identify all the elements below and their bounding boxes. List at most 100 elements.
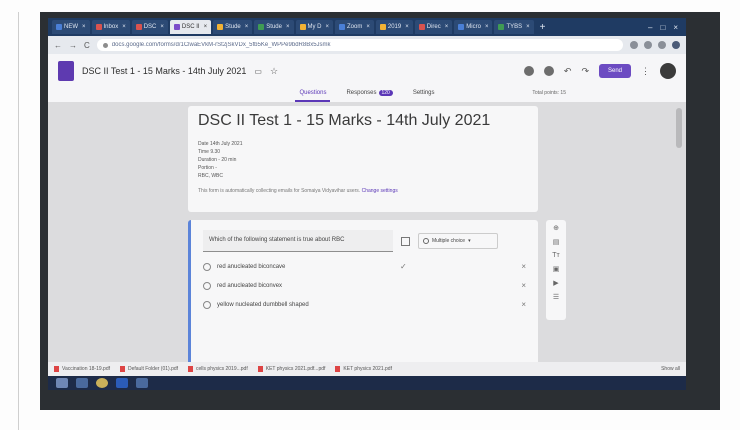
browser-tab[interactable]: Stude × bbox=[213, 20, 253, 34]
download-item[interactable]: Vaccination 18-19.pdf bbox=[54, 366, 110, 372]
browser-tab[interactable]: My D × bbox=[295, 20, 334, 34]
tab-questions[interactable]: Questions bbox=[295, 88, 331, 102]
question-row: Which of the following statement is true… bbox=[203, 230, 526, 252]
send-button[interactable]: Send bbox=[599, 64, 631, 78]
browser-tab[interactable]: Zoom × bbox=[335, 20, 374, 34]
explorer-icon[interactable] bbox=[76, 378, 88, 388]
show-all-downloads-button[interactable]: Show all bbox=[661, 366, 680, 372]
close-window-icon[interactable]: × bbox=[673, 23, 678, 32]
redo-icon[interactable]: ↷ bbox=[581, 66, 589, 77]
taskbar-app-icon[interactable] bbox=[136, 378, 148, 388]
close-icon[interactable]: × bbox=[160, 24, 164, 30]
close-icon[interactable]: × bbox=[326, 24, 330, 30]
dropdown-arrow-icon: ▾ bbox=[468, 238, 471, 244]
add-question-icon[interactable]: ⊕ bbox=[553, 224, 559, 232]
scrollbar[interactable] bbox=[676, 108, 682, 148]
form-description[interactable]: Date 14th July 2021 Time 9.30 Duration -… bbox=[198, 140, 528, 180]
add-title-icon[interactable]: Tт bbox=[552, 252, 559, 259]
profile-avatar[interactable] bbox=[672, 41, 680, 49]
maximize-icon[interactable]: □ bbox=[660, 23, 665, 32]
tab-favicon-icon bbox=[418, 24, 425, 30]
window-controls: – □ × bbox=[648, 23, 686, 32]
browser-tab[interactable]: Micro × bbox=[454, 20, 493, 34]
zoom-icon bbox=[339, 24, 346, 30]
browser-tab[interactable]: Stude × bbox=[254, 20, 294, 34]
option-row[interactable]: red anucleated biconcave ✓ × bbox=[203, 262, 526, 271]
undo-icon[interactable]: ↶ bbox=[564, 66, 572, 77]
add-video-icon[interactable]: ▶ bbox=[553, 279, 558, 287]
pdf-icon bbox=[188, 366, 194, 372]
add-image-icon[interactable]: ▣ bbox=[553, 265, 560, 273]
form-subtabs: Questions Responses 120 Settings Total po… bbox=[48, 88, 686, 102]
download-item[interactable]: cells physics 2019...pdf bbox=[188, 366, 248, 372]
more-options-icon[interactable]: ⋮ bbox=[641, 66, 650, 77]
start-icon[interactable] bbox=[56, 378, 68, 388]
form-heading[interactable]: DSC II Test 1 - 15 Marks - 14th July 202… bbox=[198, 112, 528, 130]
form-canvas: DSC II Test 1 - 15 Marks - 14th July 202… bbox=[48, 102, 686, 370]
move-to-folder-icon[interactable]: ▭ bbox=[254, 67, 262, 76]
close-icon[interactable]: × bbox=[526, 24, 530, 30]
browser-tab[interactable]: TYBS × bbox=[494, 20, 534, 34]
question-card[interactable]: Which of the following statement is true… bbox=[188, 220, 538, 370]
change-settings-link[interactable]: Change settings bbox=[362, 188, 398, 194]
browser-tab[interactable]: Inbox × bbox=[91, 20, 130, 34]
checkmark-icon[interactable]: ✓ bbox=[400, 262, 407, 271]
browser-tab[interactable]: NEW × bbox=[52, 20, 90, 34]
add-section-icon[interactable]: ☰ bbox=[553, 293, 559, 301]
back-icon[interactable]: ← bbox=[54, 41, 62, 50]
word-icon[interactable] bbox=[116, 378, 128, 388]
form-title[interactable]: DSC II Test 1 - 15 Marks - 14th July 202… bbox=[82, 66, 246, 76]
extension-icon[interactable] bbox=[630, 41, 638, 49]
tab-settings[interactable]: Settings bbox=[409, 88, 439, 102]
close-icon[interactable]: × bbox=[82, 24, 86, 30]
option-row[interactable]: yellow nucleated dumbbell shaped × bbox=[203, 300, 526, 309]
remove-option-icon[interactable]: × bbox=[521, 262, 526, 271]
option-row[interactable]: red anucleated biconvex × bbox=[203, 281, 526, 290]
reload-icon[interactable]: C bbox=[84, 41, 90, 50]
extension-icon[interactable] bbox=[658, 41, 666, 49]
windows-taskbar bbox=[48, 376, 686, 390]
forms-header: DSC II Test 1 - 15 Marks - 14th July 202… bbox=[48, 54, 686, 88]
remove-option-icon[interactable]: × bbox=[521, 300, 526, 309]
google-forms-logo-icon[interactable] bbox=[58, 61, 74, 81]
palette-icon[interactable] bbox=[523, 66, 534, 76]
drive-icon bbox=[217, 24, 224, 30]
close-icon[interactable]: × bbox=[485, 24, 489, 30]
new-tab-icon[interactable]: + bbox=[540, 22, 546, 33]
browser-tab[interactable]: 2019 × bbox=[375, 20, 413, 34]
preview-eye-icon[interactable] bbox=[543, 66, 554, 76]
downloads-bar: Vaccination 18-19.pdf Default Folder (01… bbox=[48, 362, 686, 376]
question-type-select[interactable]: Multiple choice ▾ bbox=[418, 233, 498, 249]
close-icon[interactable]: × bbox=[445, 24, 449, 30]
tab-favicon-icon bbox=[458, 24, 465, 30]
close-icon[interactable]: × bbox=[366, 24, 370, 30]
download-item[interactable]: KET physics 2021.pdf...pdf bbox=[257, 366, 325, 372]
url-input[interactable]: docs.google.com/forms/d/1ClwaEVkM-rSt2jS… bbox=[96, 39, 623, 51]
browser-tab-active[interactable]: DSC II × bbox=[169, 20, 212, 34]
option-radio bbox=[203, 262, 211, 271]
pdf-icon bbox=[257, 366, 263, 372]
close-icon[interactable]: × bbox=[122, 24, 126, 30]
download-item[interactable]: Default Folder (01).pdf bbox=[120, 366, 178, 372]
add-image-icon[interactable] bbox=[401, 236, 410, 246]
browser-tab[interactable]: Direc × bbox=[414, 20, 453, 34]
close-icon[interactable]: × bbox=[245, 24, 249, 30]
extension-icons bbox=[630, 41, 680, 49]
chrome-icon[interactable] bbox=[96, 378, 108, 388]
tab-responses[interactable]: Responses 120 bbox=[342, 88, 396, 102]
question-input[interactable]: Which of the following statement is true… bbox=[203, 230, 393, 252]
close-icon[interactable]: × bbox=[204, 24, 208, 30]
close-icon[interactable]: × bbox=[405, 24, 409, 30]
download-item[interactable]: KET physics 2021.pdf bbox=[335, 366, 392, 372]
drive-icon bbox=[379, 24, 386, 30]
import-questions-icon[interactable]: ▤ bbox=[553, 238, 560, 246]
form-header-card[interactable]: DSC II Test 1 - 15 Marks - 14th July 202… bbox=[188, 106, 538, 212]
remove-option-icon[interactable]: × bbox=[521, 281, 526, 290]
browser-tab[interactable]: DSC × bbox=[131, 20, 168, 34]
close-icon[interactable]: × bbox=[286, 24, 290, 30]
account-avatar[interactable] bbox=[660, 63, 676, 79]
forward-icon[interactable]: → bbox=[69, 41, 77, 50]
star-icon[interactable]: ☆ bbox=[270, 66, 278, 77]
minimize-icon[interactable]: – bbox=[648, 23, 652, 32]
extension-icon[interactable] bbox=[644, 41, 652, 49]
